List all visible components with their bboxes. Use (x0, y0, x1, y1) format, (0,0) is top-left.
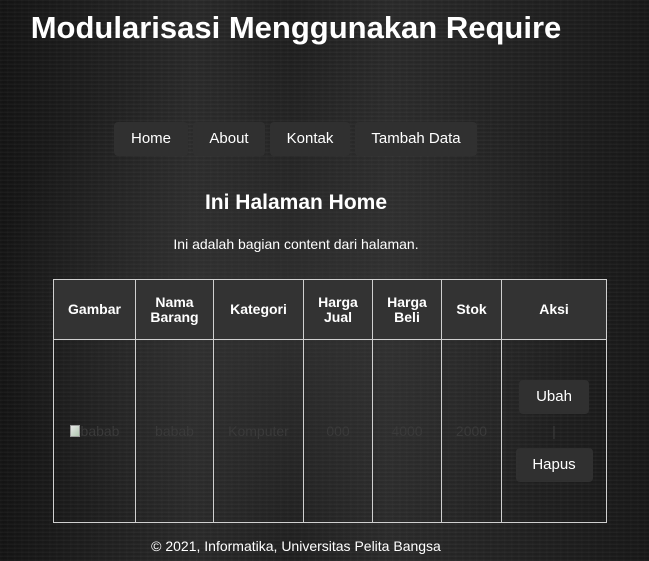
nav-about-link[interactable]: About (193, 122, 265, 156)
header-nama-barang: Nama Barang (135, 279, 214, 340)
action-separator: | (552, 423, 556, 439)
header-harga-jual: Harga Jual (303, 279, 373, 340)
product-image-alt: babab (80, 422, 120, 439)
ubah-button[interactable]: Ubah (519, 380, 589, 414)
page-heading: Ini Halaman Home (204, 191, 388, 214)
cell-gambar: babab (53, 339, 136, 523)
header-gambar: Gambar (53, 279, 136, 340)
nav-tambah-data-link[interactable]: Tambah Data (355, 122, 477, 156)
header-stok: Stok (441, 279, 502, 340)
cell-harga-beli: 4000 (372, 339, 442, 523)
nav-home-link[interactable]: Home (114, 122, 188, 156)
table-row: babab babab Komputer 000 4000 2000 Ubah … (53, 339, 607, 523)
site-title: Modularisasi Menggunakan Require (30, 10, 562, 45)
broken-image-icon (69, 424, 80, 437)
cell-harga-jual: 000 (303, 339, 373, 523)
table-header-row: Gambar Nama Barang Kategori Harga Jual H… (53, 279, 607, 340)
product-table: Gambar Nama Barang Kategori Harga Jual H… (53, 279, 607, 523)
cell-aksi: Ubah | Hapus (501, 339, 607, 523)
product-image: babab (69, 422, 120, 439)
header-aksi: Aksi (501, 279, 607, 340)
cell-kategori: Komputer (213, 339, 304, 523)
hapus-button[interactable]: Hapus (515, 448, 593, 482)
nav-kontak-link[interactable]: Kontak (270, 122, 350, 156)
main-nav: Home About Kontak Tambah Data (114, 122, 477, 156)
header-harga-beli: Harga Beli (372, 279, 442, 340)
action-group: Ubah | Hapus (502, 380, 606, 482)
cell-stok: 2000 (441, 339, 502, 523)
footer-copyright: © 2021, Informatika, Universitas Pelita … (151, 538, 441, 554)
page-description: Ini adalah bagian content dari halaman. (173, 236, 419, 252)
cell-nama-barang: babab (135, 339, 214, 523)
header-kategori: Kategori (213, 279, 304, 340)
